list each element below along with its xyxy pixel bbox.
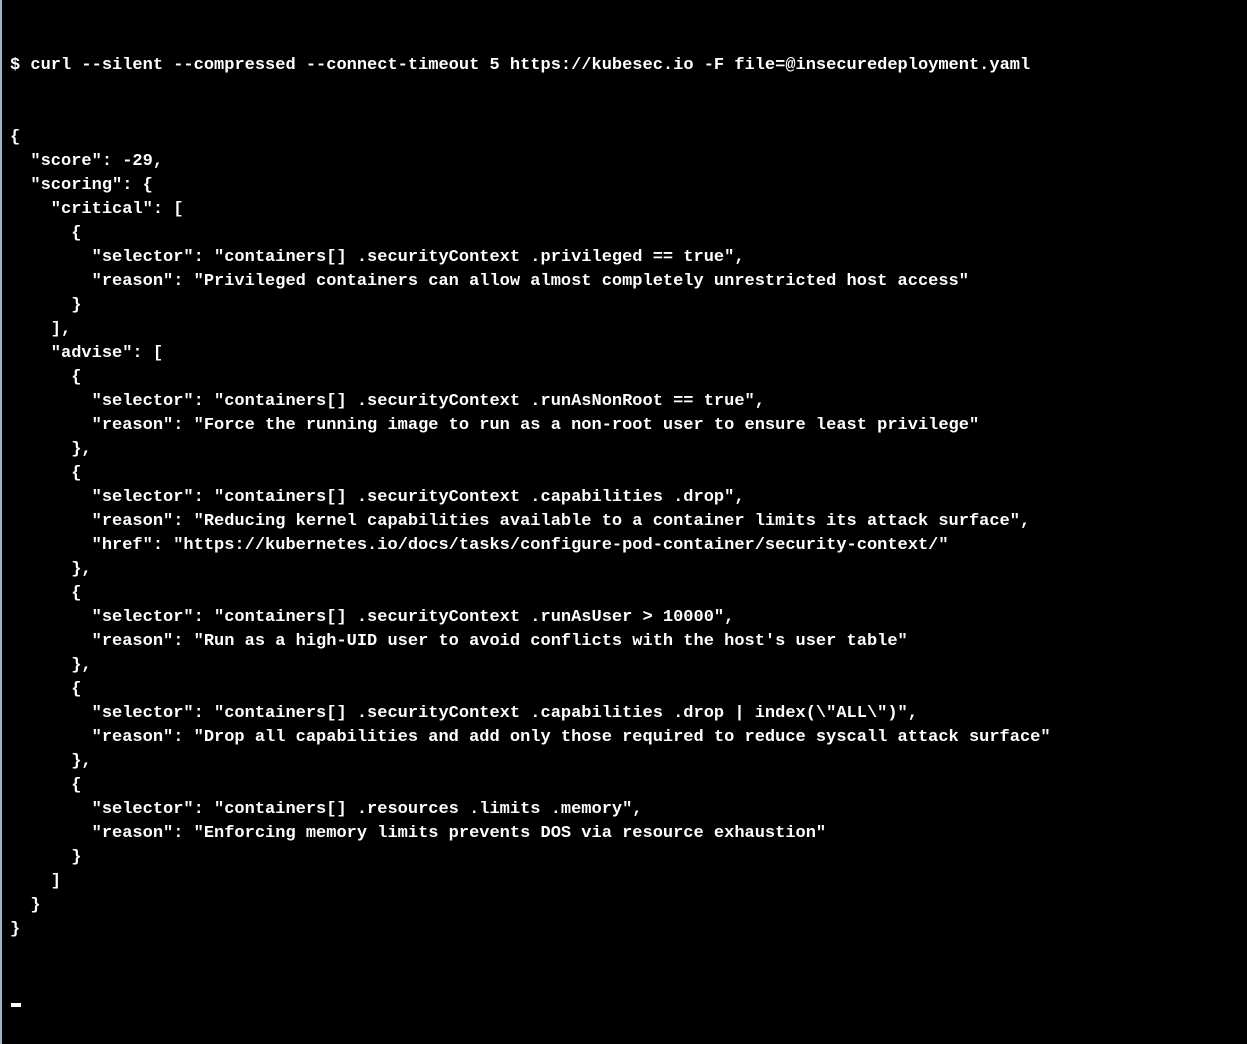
output-line: { [10,126,1239,150]
output-line: } [10,294,1239,318]
output-line: "advise": [ [10,342,1239,366]
terminal-window[interactable]: $ curl --silent --compressed --connect-t… [0,0,1247,1044]
output-line: { [10,366,1239,390]
output-line: { [10,678,1239,702]
output-line: "reason": "Enforcing memory limits preve… [10,822,1239,846]
output-line: { [10,774,1239,798]
output-line: "selector": "containers[] .securityConte… [10,486,1239,510]
output-line: }, [10,438,1239,462]
output-line: "selector": "containers[] .securityConte… [10,606,1239,630]
terminal-output: { "score": -29, "scoring": { "critical":… [10,126,1239,942]
output-line: { [10,462,1239,486]
output-line: "reason": "Force the running image to ru… [10,414,1239,438]
output-line: ] [10,870,1239,894]
output-line: "reason": "Reducing kernel capabilities … [10,510,1239,534]
output-line: }, [10,558,1239,582]
output-line: "critical": [ [10,198,1239,222]
command-text: curl --silent --compressed --connect-tim… [30,56,1030,75]
command-line: $ curl --silent --compressed --connect-t… [10,54,1239,78]
output-line: ], [10,318,1239,342]
output-line: "selector": "containers[] .securityConte… [10,390,1239,414]
prompt-symbol: $ [10,56,30,75]
output-line: "selector": "containers[] .resources .li… [10,798,1239,822]
output-line: "selector": "containers[] .securityConte… [10,246,1239,270]
output-line: } [10,894,1239,918]
output-line: "reason": "Drop all capabilities and add… [10,726,1239,750]
output-line: "href": "https://kubernetes.io/docs/task… [10,534,1239,558]
output-line: "reason": "Run as a high-UID user to avo… [10,630,1239,654]
output-line: { [10,582,1239,606]
output-line: "reason": "Privileged containers can all… [10,270,1239,294]
output-line: } [10,918,1239,942]
output-line: }, [10,654,1239,678]
cursor-icon [11,1003,21,1007]
cursor-line [10,990,1239,1014]
output-line: { [10,222,1239,246]
output-line: "scoring": { [10,174,1239,198]
output-line: "score": -29, [10,150,1239,174]
output-line: "selector": "containers[] .securityConte… [10,702,1239,726]
output-line: }, [10,750,1239,774]
